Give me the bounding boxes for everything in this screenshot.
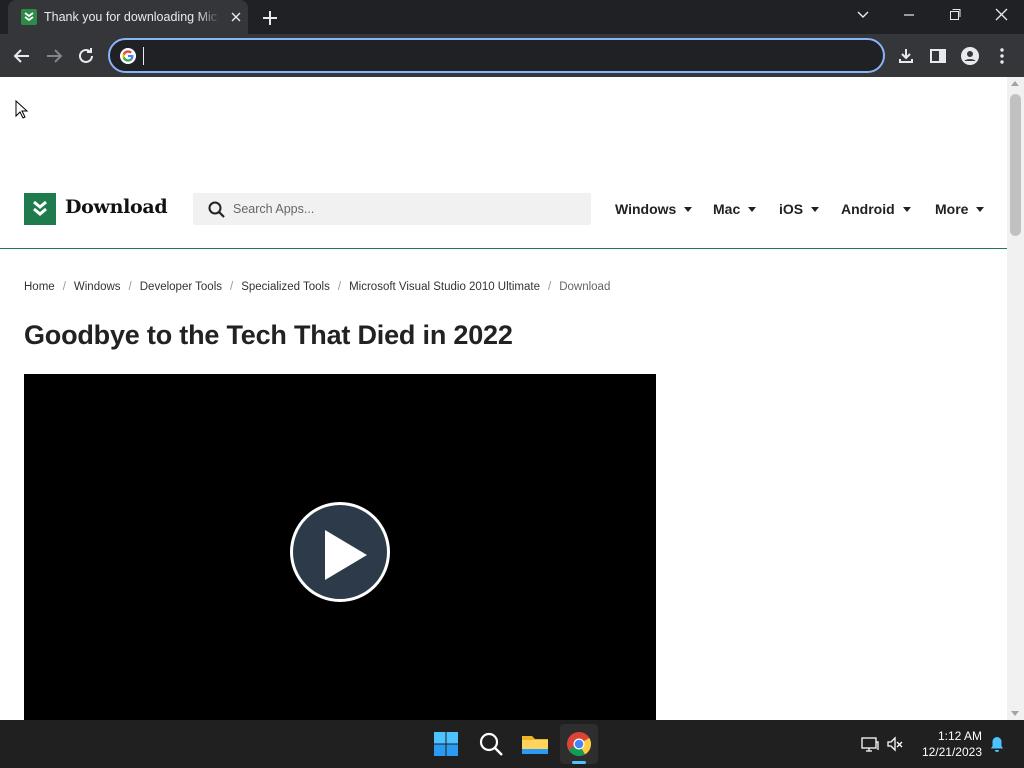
- nav-windows[interactable]: Windows: [615, 193, 693, 225]
- breadcrumb-developer-tools[interactable]: Developer Tools: [140, 281, 222, 297]
- play-button[interactable]: [290, 502, 390, 602]
- nav-ios[interactable]: iOS: [779, 193, 820, 225]
- breadcrumb-separator: /: [62, 281, 66, 293]
- active-app-indicator: [572, 761, 586, 764]
- site-header: Download Windows Mac iOS Android More: [0, 185, 1007, 249]
- clock-date: 12/21/2023: [921, 745, 982, 759]
- tab-title-fade: [198, 8, 220, 28]
- search-input[interactable]: [233, 200, 573, 218]
- nav-mac[interactable]: Mac: [713, 193, 757, 225]
- download-logo-icon[interactable]: [24, 193, 56, 225]
- search-box[interactable]: [193, 193, 591, 225]
- tab-close-icon[interactable]: [228, 9, 244, 25]
- page-viewport: Download Windows Mac iOS Android More Ho…: [0, 77, 1024, 720]
- new-tab-button[interactable]: [258, 6, 282, 30]
- back-icon[interactable]: [10, 44, 34, 68]
- browser-tab[interactable]: Thank you for downloading Microsoft Visu…: [8, 0, 248, 34]
- scroll-up-icon[interactable]: [1011, 81, 1019, 86]
- breadcrumb-home[interactable]: Home: [24, 281, 55, 297]
- minimize-icon[interactable]: [896, 4, 922, 26]
- nav-more-label: More: [935, 201, 969, 217]
- page-scrollbar[interactable]: [1007, 77, 1024, 720]
- breadcrumb-specialized-tools[interactable]: Specialized Tools: [241, 281, 330, 297]
- caret-down-icon: [748, 206, 757, 212]
- breadcrumb-product[interactable]: Microsoft Visual Studio 2010 Ultimate: [349, 281, 540, 297]
- forward-icon[interactable]: [42, 44, 66, 68]
- tab-title: Thank you for downloading Microsoft Visu…: [44, 10, 218, 24]
- breadcrumb-separator: /: [230, 281, 234, 293]
- nav-ios-label: iOS: [779, 201, 804, 217]
- text-caret: [143, 47, 144, 65]
- caret-down-icon: [811, 206, 820, 212]
- nav-windows-label: Windows: [615, 201, 677, 217]
- restore-icon[interactable]: [942, 4, 968, 26]
- tab-search-icon[interactable]: [850, 4, 876, 26]
- address-bar[interactable]: [108, 38, 885, 73]
- video-player[interactable]: [24, 374, 656, 720]
- volume-muted-icon[interactable]: [885, 734, 905, 754]
- file-explorer-icon[interactable]: [519, 728, 551, 760]
- search-icon[interactable]: [475, 728, 507, 760]
- nav-android-label: Android: [841, 201, 895, 217]
- breadcrumb: Home / Windows / Developer Tools / Speciali…: [24, 281, 610, 297]
- site-logo-text[interactable]: Download: [65, 196, 168, 218]
- google-icon: [120, 48, 136, 64]
- nav-more[interactable]: More: [935, 193, 985, 225]
- play-icon: [325, 530, 367, 580]
- close-icon[interactable]: [988, 4, 1014, 26]
- caret-down-icon: [902, 206, 911, 212]
- taskbar-clock[interactable]: 1:12 AM 12/21/2023: [912, 728, 982, 760]
- menu-icon[interactable]: [990, 44, 1014, 68]
- nav-mac-label: Mac: [713, 201, 741, 217]
- caret-down-icon: [976, 206, 985, 212]
- download-icon[interactable]: [894, 44, 918, 68]
- page-title: Goodbye to the Tech That Died in 2022: [24, 320, 513, 350]
- scroll-thumb[interactable]: [1010, 94, 1021, 236]
- breadcrumb-windows[interactable]: Windows: [74, 281, 121, 297]
- breadcrumb-separator: /: [548, 281, 552, 293]
- browser-titlebar: Thank you for downloading Microsoft Visu…: [0, 0, 1024, 34]
- scroll-down-icon[interactable]: [1011, 711, 1019, 716]
- search-icon[interactable]: [208, 201, 225, 218]
- windows-start-icon[interactable]: [430, 728, 462, 760]
- notification-bell-icon[interactable]: [987, 734, 1007, 754]
- breadcrumb-separator: /: [337, 281, 342, 293]
- clock-time: 1:12 AM: [937, 729, 982, 743]
- browser-toolbar: [0, 34, 1024, 77]
- download-favicon-icon: [21, 9, 37, 25]
- windows-taskbar: 1:12 AM 12/21/2023: [0, 720, 1024, 768]
- chrome-icon[interactable]: [563, 728, 595, 760]
- caret-down-icon: [684, 206, 693, 212]
- omnibox-input[interactable]: [142, 45, 842, 67]
- breadcrumb-current: Download: [559, 281, 611, 293]
- network-icon[interactable]: [860, 734, 880, 754]
- profile-icon[interactable]: [958, 44, 982, 68]
- reload-icon[interactable]: [74, 44, 98, 68]
- side-panel-icon[interactable]: [926, 44, 950, 68]
- mouse-cursor-icon: [15, 99, 29, 120]
- breadcrumb-separator: /: [128, 281, 132, 293]
- nav-android[interactable]: Android: [841, 193, 911, 225]
